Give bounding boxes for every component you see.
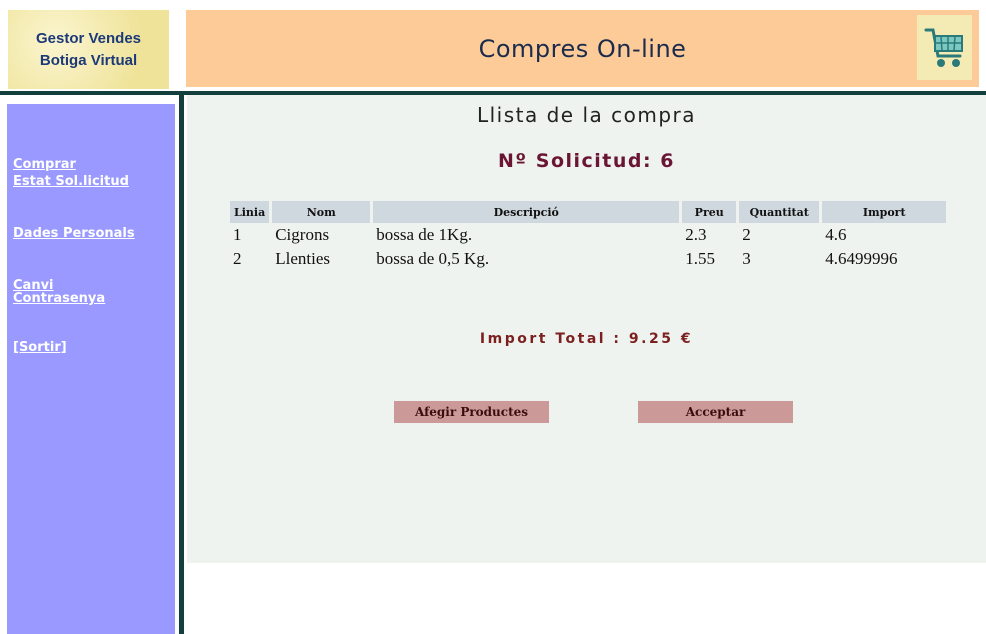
table-header-row: Linia Nom Descripció Preu Quantitat Impo… — [230, 201, 947, 223]
nav-link-estat-sollicitud[interactable]: Estat Sol.licitud — [13, 173, 129, 190]
add-products-button[interactable]: Afegir Productes — [394, 401, 549, 423]
cell-linia: 2 — [233, 249, 242, 268]
cell-quantitat: 2 — [742, 225, 751, 244]
cell-import: 4.6499996 — [825, 249, 898, 268]
header: Compres On-line — [186, 10, 979, 87]
nav-link-dades-personals[interactable]: Dades Personals — [13, 225, 135, 242]
column-header-descripcio: Descripció — [373, 201, 680, 223]
cell-descripcio: bossa de 1Kg. — [376, 225, 473, 244]
table-row: 2 Llenties bossa de 0,5 Kg. 1.55 3 4.649… — [230, 247, 946, 271]
sidebar: Comprar Estat Sol.licitud Dades Personal… — [7, 104, 175, 634]
nav-link-contrasenya[interactable]: Contrasenya — [13, 290, 105, 307]
column-header-import: Import — [822, 201, 947, 223]
column-header-nom: Nom — [272, 201, 371, 223]
column-header-quantitat: Quantitat — [739, 201, 820, 223]
cell-nom: Llenties — [275, 249, 330, 268]
purchase-table: Linia Nom Descripció Preu Quantitat Impo… — [227, 201, 949, 271]
cell-nom: Cigrons — [275, 225, 330, 244]
column-header-linia: Linia — [230, 201, 270, 223]
accept-button[interactable]: Acceptar — [638, 401, 793, 423]
nav-link-sortir[interactable]: [Sortir] — [13, 339, 67, 356]
logo: Gestor Vendes Botiga Virtual — [8, 10, 169, 89]
logo-line-1: Gestor Vendes — [35, 29, 142, 47]
header-title: Compres On-line — [478, 34, 687, 63]
shopping-cart-icon — [917, 15, 972, 80]
cell-import: 4.6 — [825, 225, 847, 244]
logo-line-2: Botiga Virtual — [39, 51, 138, 69]
cell-descripcio: bossa de 0,5 Kg. — [376, 249, 490, 268]
column-header-preu: Preu — [682, 201, 737, 223]
cell-preu: 2.3 — [685, 225, 707, 244]
page-title: Llista de la compra — [476, 103, 697, 127]
cell-preu: 1.55 — [685, 249, 715, 268]
cell-linia: 1 — [233, 225, 242, 244]
nav-link-comprar[interactable]: Comprar — [13, 156, 76, 173]
sidebar-divider — [179, 95, 184, 634]
table-row: 1 Cigrons bossa de 1Kg. 2.3 2 4.6 — [230, 223, 946, 247]
total-amount: Import Total : 9.25 € — [479, 331, 694, 347]
request-number: Nº Solicitud: 6 — [498, 150, 675, 172]
cell-quantitat: 3 — [742, 249, 751, 268]
main-content: Llista de la compra Nº Solicitud: 6 Lini… — [187, 95, 986, 563]
